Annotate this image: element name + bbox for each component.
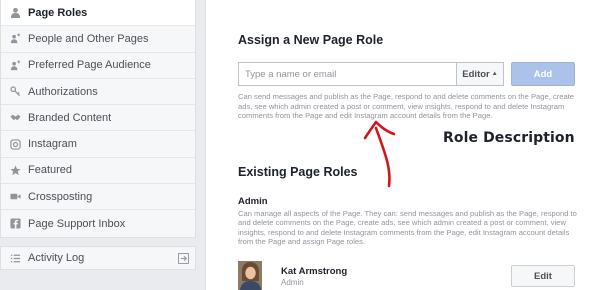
person-name[interactable]: Kat Armstrong: [281, 266, 347, 277]
sidebar-item-people-and-other-pages[interactable]: People and Other Pages: [1, 26, 195, 53]
assign-role-heading: Assign a New Page Role: [238, 33, 384, 47]
sidebar-item-label: People and Other Pages: [28, 32, 149, 45]
sidebar-item-featured[interactable]: Featured: [1, 158, 195, 185]
instagram-icon: [9, 138, 21, 150]
settings-sidebar: Page Roles People and Other Pages Prefer…: [0, 0, 196, 290]
annotation-arrow-shaft: [374, 126, 391, 188]
sidebar-item-page-support-inbox[interactable]: Page Support Inbox: [1, 210, 195, 236]
annotation-label: Role Description: [443, 130, 575, 146]
sidebar-item-label: Preferred Page Audience: [28, 59, 151, 72]
sidebar-item-label: Crossposting: [28, 190, 93, 203]
avatar: [238, 261, 262, 290]
sidebar-item-label: Authorizations: [28, 85, 98, 98]
add-role-button[interactable]: Add: [511, 62, 575, 86]
sidebar-item-crossposting[interactable]: Crossposting: [1, 184, 195, 211]
name-or-email-input[interactable]: [238, 62, 456, 86]
person-role: Admin: [281, 278, 304, 287]
sidebar-item-label: Page Roles: [28, 6, 88, 19]
export-arrow-icon[interactable]: [178, 253, 189, 264]
key-icon: [9, 86, 21, 98]
sidebar-item-preferred-page-audience[interactable]: Preferred Page Audience: [1, 53, 195, 79]
role-select-value: Editor: [462, 68, 490, 80]
annotation-arrow-icon: [363, 120, 396, 188]
existing-roles-heading: Existing Page Roles: [238, 165, 358, 179]
edit-role-button[interactable]: Edit: [511, 265, 575, 287]
handshake-icon: [9, 112, 21, 124]
audience-icon: [9, 59, 21, 71]
people-icon: [9, 33, 21, 45]
sidebar-item-label: Page Support Inbox: [28, 217, 126, 230]
page-roles-panel: Assign a New Page Role Editor ▲︎ Add Can…: [205, 0, 600, 290]
video-camera-icon: [9, 191, 21, 203]
sidebar-item-label: Branded Content: [28, 111, 112, 124]
sidebar-item-branded-content[interactable]: Branded Content: [1, 105, 195, 132]
role-select-dropdown[interactable]: Editor ▲︎: [456, 62, 504, 86]
facebook-icon: [9, 218, 21, 230]
list-icon: [9, 252, 21, 264]
existing-role-description: Can manage all aspects of the Page. They…: [238, 209, 577, 246]
sidebar-item-label: Instagram: [28, 138, 77, 151]
star-icon: [9, 164, 21, 176]
sidebar-item-label: Featured: [28, 164, 73, 177]
sidebar-item-page-roles[interactable]: Page Roles: [1, 0, 195, 27]
user-icon: [9, 7, 21, 19]
sidebar-item-authorizations[interactable]: Authorizations: [1, 79, 195, 106]
sidebar-item-activity-log[interactable]: Activity Log: [0, 246, 196, 270]
sidebar-item-label: Activity Log: [28, 252, 85, 264]
sidebar-item-instagram[interactable]: Instagram: [1, 131, 195, 158]
role-description-text: Can send messages and publish as the Pag…: [238, 92, 575, 121]
sidebar-nav: Page Roles People and Other Pages Prefer…: [0, 0, 196, 238]
existing-role-name: Admin: [238, 196, 268, 207]
sort-caret-icon: ▲︎: [491, 71, 498, 77]
